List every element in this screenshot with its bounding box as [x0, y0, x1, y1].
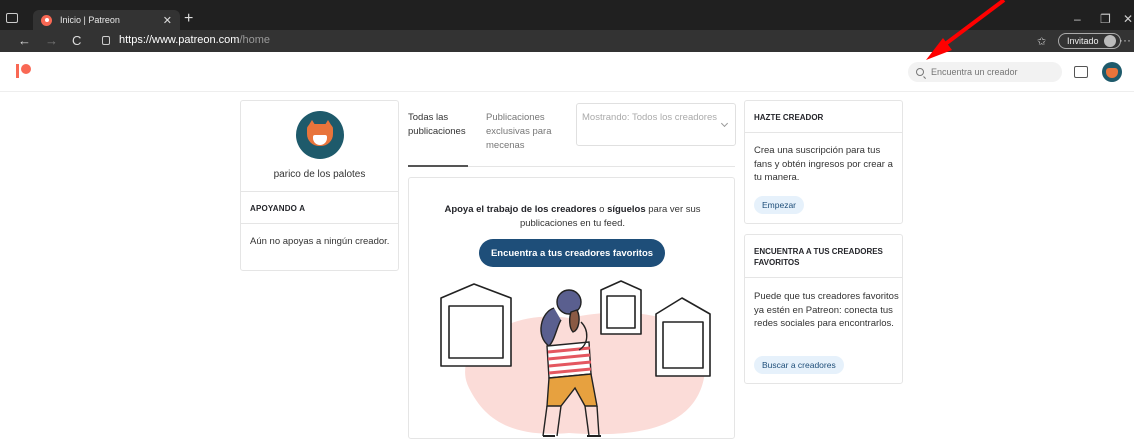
- back-icon[interactable]: ←: [18, 33, 31, 48]
- restore-button[interactable]: ❐: [1100, 12, 1111, 26]
- user-avatar[interactable]: [1102, 62, 1122, 82]
- browser-tab[interactable]: Inicio | Patreon ✕: [33, 10, 180, 30]
- become-creator-text: Crea una suscripción para tus fans y obt…: [754, 145, 893, 183]
- find-creators-button[interactable]: Encuentra a tus creadores favoritos: [479, 239, 665, 267]
- filter-value: Mostrando: Todos los creadores: [582, 112, 718, 123]
- profile-avatar-icon: [1103, 35, 1116, 47]
- tab-all-posts[interactable]: Todas las publicaciones: [408, 111, 474, 139]
- url-main: https://www.patreon.com: [119, 34, 240, 46]
- profile-avatar[interactable]: [296, 111, 344, 159]
- close-window-button[interactable]: ✕: [1123, 12, 1133, 26]
- empty-feed-message: Apoya el trabajo de los creadores o sígu…: [429, 203, 716, 231]
- browser-tab-bar: Inicio | Patreon ✕ + – ❐ ✕: [0, 0, 1134, 30]
- find-creators-card: ENCUENTRA A TUS CREADORES FAVORITOS Pued…: [744, 234, 903, 384]
- divider: [745, 277, 902, 278]
- address-bar: ← → C https://www.patreon.com/home ✩ Inv…: [0, 30, 1134, 52]
- patreon-favicon-icon: [41, 14, 52, 26]
- divider: [745, 132, 902, 133]
- divider: [241, 191, 398, 192]
- profile-card: parico de los palotes APOYANDO A Aún no …: [240, 100, 399, 271]
- forward-icon[interactable]: →: [45, 33, 58, 48]
- profile-label: Invitado: [1067, 36, 1099, 46]
- find-creators-title: ENCUENTRA A TUS CREADORES FAVORITOS: [754, 247, 883, 267]
- empty-bold-1: Apoya el trabajo de los creadores: [444, 204, 597, 215]
- supporting-title: APOYANDO A: [250, 204, 306, 213]
- tab-patron-only-posts[interactable]: Publicaciones exclusivas para mecenas: [486, 111, 566, 153]
- gallery-illustration: [440, 280, 711, 437]
- search-box[interactable]: [908, 62, 1062, 82]
- profile-button[interactable]: Invitado: [1058, 33, 1121, 49]
- chevron-down-icon: [720, 119, 729, 128]
- new-tab-button[interactable]: +: [184, 11, 193, 27]
- become-creator-title: HAZTE CREADOR: [754, 113, 824, 122]
- lock-icon[interactable]: [102, 36, 110, 45]
- empty-mid: o: [596, 204, 608, 215]
- tab-close-icon[interactable]: ✕: [163, 14, 172, 27]
- minimize-button[interactable]: –: [1074, 12, 1081, 26]
- divider: [241, 223, 398, 224]
- search-icon: [916, 68, 924, 76]
- messages-icon[interactable]: [1074, 66, 1088, 78]
- empty-bold-2: síguelos: [607, 204, 646, 215]
- creator-filter-select[interactable]: Mostrando: Todos los creadores: [576, 103, 736, 146]
- reload-icon[interactable]: C: [72, 33, 81, 48]
- patreon-logo-icon[interactable]: [16, 64, 32, 78]
- site-header: [0, 52, 1134, 92]
- tab-actions-icon[interactable]: [6, 13, 18, 23]
- find-creators-text: Puede que tus creadores favoritos ya est…: [754, 291, 899, 329]
- url-path: /home: [239, 34, 271, 46]
- profile-name: parico de los palotes: [273, 169, 366, 180]
- search-creators-button[interactable]: Buscar a creadores: [754, 356, 844, 374]
- favorites-icon[interactable]: ✩: [1037, 35, 1046, 48]
- active-tab-indicator: [408, 165, 468, 167]
- start-button[interactable]: Empezar: [754, 196, 805, 214]
- search-input[interactable]: [931, 67, 1051, 77]
- url-field[interactable]: https://www.patreon.com/home: [119, 34, 270, 46]
- empty-feed-card: Apoya el trabajo de los creadores o sígu…: [408, 177, 735, 439]
- supporting-text: Aún no apoyas a ningún creador.: [250, 236, 390, 247]
- become-creator-card: HAZTE CREADOR Crea una suscripción para …: [744, 100, 903, 224]
- tab-title: Inicio | Patreon: [60, 15, 120, 25]
- more-options-icon[interactable]: ···: [1119, 33, 1131, 47]
